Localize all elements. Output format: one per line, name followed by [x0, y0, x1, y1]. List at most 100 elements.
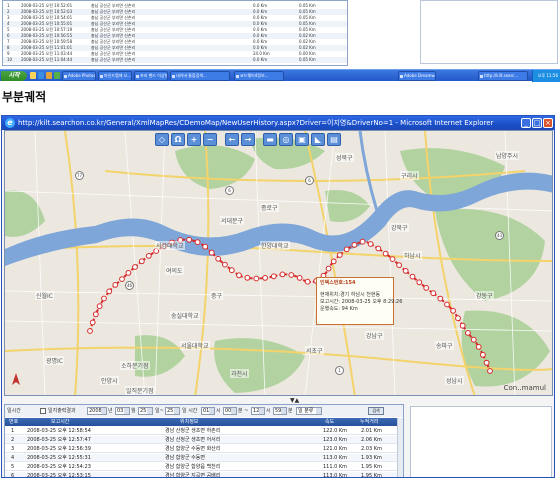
route-point[interactable] [423, 285, 430, 291]
route-point[interactable] [444, 301, 450, 308]
route-point[interactable] [483, 359, 490, 366]
route-point[interactable] [119, 276, 125, 283]
route-point[interactable] [487, 368, 493, 374]
route-point[interactable] [202, 243, 209, 250]
layer-icon[interactable]: ◣ [311, 133, 325, 146]
taskbar-task-button[interactable]: http://kilt.searc... [478, 71, 528, 81]
route-point[interactable] [215, 255, 222, 262]
print-icon[interactable]: ▣ [295, 133, 309, 146]
list-icon[interactable]: ▤ [327, 133, 341, 146]
taskbar-task-button[interactable]: 코드웨어4정보... [234, 71, 284, 81]
col-speed[interactable]: 속도 [325, 418, 334, 426]
route-point[interactable] [125, 270, 132, 276]
quicklaunch-desktop-icon[interactable] [30, 72, 36, 79]
route-point[interactable] [465, 330, 471, 336]
map-canvas[interactable] [5, 131, 553, 396]
panel-resize-arrow[interactable]: ▼▲ [290, 397, 299, 404]
route-point[interactable] [382, 250, 389, 257]
route-point[interactable] [343, 246, 350, 253]
route-point[interactable] [375, 245, 382, 252]
route-point[interactable] [244, 274, 251, 281]
route-point[interactable] [359, 238, 366, 245]
route-point[interactable] [455, 315, 461, 322]
route-point[interactable] [304, 278, 311, 285]
route-point[interactable] [480, 351, 486, 358]
history-table-row[interactable]: 1 2008-03-25 오후 12:58:54 경남 산청군 생초면 하촌리 122… [5, 427, 403, 435]
col-location[interactable]: 위치정보 [180, 418, 198, 426]
route-point[interactable] [138, 258, 145, 265]
route-point[interactable] [351, 242, 358, 248]
start-hour-select[interactable]: 01 [201, 407, 215, 415]
day-select[interactable]: 25 [138, 407, 153, 415]
col-report-time[interactable]: 보고시간 [51, 418, 69, 426]
grid-scrollbar[interactable] [397, 418, 403, 477]
route-point[interactable] [396, 262, 403, 269]
select-tool-icon[interactable]: ◇ [155, 133, 169, 146]
pan-tool-icon[interactable]: Ω [171, 133, 185, 146]
quicklaunch-app-icon[interactable] [54, 72, 60, 79]
quicklaunch-folder-icon[interactable] [46, 72, 52, 79]
route-point[interactable] [470, 336, 477, 343]
col-number[interactable]: 번호 [9, 418, 18, 426]
title-bar[interactable]: e http://kilt.searchon.co.kr/General/Xml… [2, 116, 554, 130]
month-select[interactable]: 03 [115, 407, 130, 415]
zoom-in-icon[interactable]: + [187, 133, 201, 146]
route-point[interactable] [236, 272, 242, 279]
history-table-row[interactable]: 4 2008-03-25 오후 12:55:31 경남 함양군 수동면 113.0 K… [5, 454, 403, 462]
history-table-row[interactable]: 5 2008-03-25 오후 12:54:23 경남 함양군 함양읍 백천리 111… [5, 463, 403, 471]
history-table-row[interactable]: 2 2008-03-25 오후 12:57:47 경남 산청군 생초면 어서리 123… [5, 436, 403, 444]
route-point[interactable] [186, 236, 193, 243]
minimize-button[interactable]: _ [521, 118, 531, 128]
route-point[interactable] [270, 273, 277, 280]
end-hour-select[interactable]: 12 [251, 407, 265, 415]
mode-select[interactable]: 일 분류 [296, 407, 322, 415]
route-point[interactable] [389, 256, 396, 263]
taskbar-task-button[interactable]: 네이버 통합검색... [170, 71, 230, 81]
reset-view-icon[interactable]: ◎ [279, 133, 293, 146]
route-point[interactable] [325, 265, 332, 272]
measure-tool-icon[interactable]: ▬ [263, 133, 277, 146]
taskbar-task-button[interactable]: 프리 핸드 이상형... [134, 71, 168, 81]
route-point[interactable] [336, 252, 343, 258]
taskbar-task-button[interactable]: Adobe Photosh... [62, 71, 96, 81]
history-table-row[interactable]: 3 2008-03-25 오후 12:56:39 경남 함양군 수동면 화산리 121… [5, 445, 403, 453]
col-distance[interactable]: 누적거리 [360, 418, 378, 426]
route-point[interactable] [194, 239, 201, 246]
route-point[interactable] [330, 258, 337, 265]
route-point[interactable] [409, 273, 416, 280]
route-point[interactable] [475, 344, 482, 350]
history-table-row[interactable]: 6 2008-03-25 오후 12:53:15 경남 함양군 지곡면 공배리 113… [5, 472, 403, 477]
maximize-button[interactable]: □ [532, 118, 542, 128]
back-arrow-icon[interactable]: ← [225, 133, 239, 146]
route-point[interactable] [92, 311, 99, 318]
print-result-checkbox[interactable] [40, 408, 46, 414]
route-point[interactable] [106, 288, 113, 295]
previous-table-row[interactable]: 10 2008-03-25 오전 11:04:44 충남 공산군 부리면 신촌리 0.… [3, 57, 347, 63]
route-point[interactable] [222, 261, 228, 268]
forward-arrow-icon[interactable]: → [241, 133, 255, 146]
route-point[interactable] [437, 295, 444, 302]
route-point[interactable] [96, 303, 103, 310]
quicklaunch-ie-icon[interactable] [38, 72, 44, 79]
taskbar-task-button[interactable]: 마인드맵에 오... [98, 71, 132, 81]
route-point[interactable] [402, 268, 409, 274]
route-point[interactable] [112, 282, 119, 288]
route-point[interactable] [416, 279, 423, 286]
year-select[interactable]: 2008 [87, 407, 107, 415]
route-point[interactable] [89, 319, 96, 326]
start-button[interactable]: 시작 [1, 71, 27, 81]
route-point[interactable] [145, 253, 152, 259]
route-point[interactable] [208, 249, 215, 256]
map-view[interactable]: ◇ Ω + − ← → ▬ ◎ ▣ ◣ ▤ 성북구 서대문구 종로구 여의도 강남구 송파구 강동구… [4, 130, 553, 396]
taskbar-task-button[interactable]: Adobe Dreamw... [398, 71, 436, 81]
route-point[interactable] [459, 322, 466, 329]
route-point[interactable] [279, 271, 286, 278]
route-point[interactable] [262, 275, 269, 281]
route-point[interactable] [296, 275, 303, 281]
search-button[interactable]: 검색 [368, 407, 384, 415]
route-point[interactable] [87, 328, 93, 334]
route-point[interactable] [430, 290, 437, 297]
route-point[interactable] [132, 264, 138, 270]
start-minute-select[interactable]: 00 [223, 407, 237, 415]
route-point[interactable] [228, 267, 235, 274]
